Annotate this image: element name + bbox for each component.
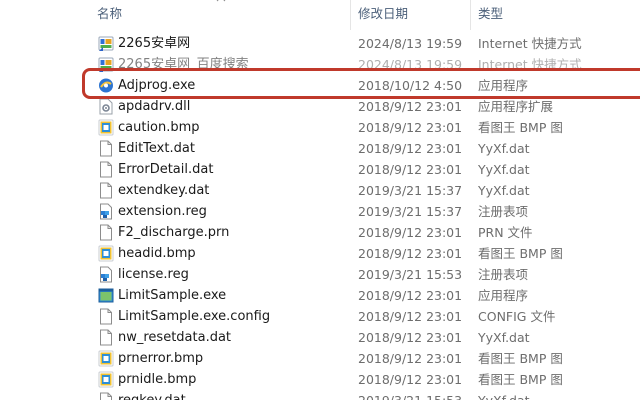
blank-file-icon bbox=[98, 182, 114, 199]
column-header-name[interactable]: 名称 bbox=[97, 0, 347, 30]
file-row[interactable]: prnidle.bmp 2018/9/12 23:01 看图王 BMP 图 bbox=[0, 369, 640, 390]
blank-file-icon bbox=[98, 329, 114, 346]
column-divider[interactable] bbox=[470, 0, 471, 30]
file-name: 2265安卓网 bbox=[118, 36, 191, 51]
file-row[interactable]: headid.bmp 2018/9/12 23:01 看图王 BMP 图 bbox=[0, 243, 640, 264]
file-row[interactable]: F2_discharge.prn 2018/9/12 23:01 PRN 文件 bbox=[0, 222, 640, 243]
file-name: LimitSample.exe.config bbox=[118, 309, 271, 324]
file-modified-date: 2019/3/21 15:37 bbox=[358, 183, 463, 198]
internet-shortcut-icon bbox=[98, 35, 114, 52]
file-row[interactable]: license.reg 2019/3/21 15:53 注册表项 bbox=[0, 264, 640, 285]
file-modified-date: 2018/9/12 23:01 bbox=[358, 246, 463, 261]
sort-ascending-icon bbox=[216, 0, 226, 4]
file-type: 应用程序扩展 bbox=[478, 99, 554, 114]
file-type: PRN 文件 bbox=[478, 225, 533, 240]
file-modified-date: 2019/3/21 15:53 bbox=[358, 267, 463, 282]
file-name: F2_discharge.prn bbox=[118, 225, 230, 240]
file-modified-date: 2018/9/12 23:01 bbox=[358, 120, 463, 135]
file-name: apdadrv.dll bbox=[118, 99, 191, 114]
file-type: 看图王 BMP 图 bbox=[478, 246, 563, 261]
file-type: Internet 快捷方式 bbox=[478, 57, 582, 72]
file-name: extension.reg bbox=[118, 204, 207, 219]
file-modified-date: 2018/9/12 23:01 bbox=[358, 288, 463, 303]
column-divider[interactable] bbox=[350, 0, 351, 30]
bmp-image-icon bbox=[98, 350, 114, 367]
file-modified-date: 2018/9/12 23:01 bbox=[358, 162, 463, 177]
file-row[interactable]: extension.reg 2019/3/21 15:37 注册表项 bbox=[0, 201, 640, 222]
file-type: 注册表项 bbox=[478, 204, 529, 219]
file-name: prnidle.bmp bbox=[118, 372, 197, 387]
file-name: nw_resetdata.dat bbox=[118, 330, 232, 345]
exe-window-icon bbox=[98, 287, 114, 304]
file-row[interactable]: apdadrv.dll 2018/9/12 23:01 应用程序扩展 bbox=[0, 96, 640, 117]
file-name: headid.bmp bbox=[118, 246, 196, 261]
file-type: Internet 快捷方式 bbox=[478, 36, 582, 51]
file-modified-date: 2018/9/12 23:01 bbox=[358, 372, 463, 387]
file-modified-date: 2018/9/12 23:01 bbox=[358, 225, 463, 240]
file-modified-date: 2019/3/21 15:37 bbox=[358, 204, 463, 219]
file-name: 2265安卓网_百度搜索 bbox=[118, 57, 249, 72]
file-type: 应用程序 bbox=[478, 78, 529, 93]
file-name: prnerror.bmp bbox=[118, 351, 204, 366]
registry-icon bbox=[98, 203, 114, 220]
file-name: regkey.dat bbox=[118, 390, 353, 400]
file-row[interactable]: ErrorDetail.dat 2018/9/12 23:01 YyXf.dat bbox=[0, 159, 640, 180]
file-type: 注册表项 bbox=[478, 267, 529, 282]
file-type: 看图王 BMP 图 bbox=[478, 372, 563, 387]
file-type: YyXf.dat bbox=[478, 330, 530, 345]
internet-shortcut-icon bbox=[98, 56, 114, 73]
file-row[interactable]: extendkey.dat 2019/3/21 15:37 YyXf.dat bbox=[0, 180, 640, 201]
file-type: YyXf.dat bbox=[478, 162, 530, 177]
registry-icon bbox=[98, 266, 114, 283]
file-explorer-list: 名称 修改日期 类型 2265安卓网 2024/8/13 19:59 Interne… bbox=[0, 0, 640, 400]
file-name: license.reg bbox=[118, 267, 189, 282]
file-row[interactable]: prnerror.bmp 2018/9/12 23:01 看图王 BMP 图 bbox=[0, 348, 640, 369]
file-row[interactable]: regkey.dat 2019/3/21 15:53 YyXf.dat bbox=[0, 390, 640, 400]
file-type: YyXf.dat bbox=[478, 141, 530, 156]
dll-gear-icon bbox=[98, 98, 114, 115]
column-header-bar: 名称 修改日期 类型 bbox=[0, 0, 640, 30]
file-row[interactable]: nw_resetdata.dat 2018/9/12 23:01 YyXf.dat bbox=[0, 327, 640, 348]
file-row[interactable]: EditText.dat 2018/9/12 23:01 YyXf.dat bbox=[0, 138, 640, 159]
file-row[interactable]: 2265安卓网 2024/8/13 19:59 Internet 快捷方式 bbox=[0, 33, 640, 54]
file-modified-date: 2018/9/12 23:01 bbox=[358, 330, 463, 345]
blank-file-icon bbox=[98, 161, 114, 178]
file-modified-date: 2018/9/12 23:01 bbox=[358, 141, 463, 156]
file-row[interactable]: LimitSample.exe.config 2018/9/12 23:01 CON… bbox=[0, 306, 640, 327]
column-header-type[interactable]: 类型 bbox=[478, 0, 578, 30]
file-row[interactable]: 2265安卓网_百度搜索 2024/8/13 19:59 Internet 快捷方式 bbox=[0, 54, 640, 75]
file-row[interactable]: Adjprog.exe 2018/10/12 4:50 应用程序 bbox=[0, 75, 640, 96]
column-header-date[interactable]: 修改日期 bbox=[358, 0, 468, 30]
file-name: ErrorDetail.dat bbox=[118, 162, 214, 177]
file-modified-date: 2018/10/12 4:50 bbox=[358, 78, 463, 93]
bmp-image-icon bbox=[98, 371, 114, 388]
file-modified-date: 2018/9/12 23:01 bbox=[358, 99, 463, 114]
file-name: caution.bmp bbox=[118, 120, 200, 135]
file-modified-date: 2018/9/12 23:01 bbox=[358, 351, 463, 366]
file-type: YyXf.dat bbox=[478, 183, 530, 198]
file-row[interactable]: LimitSample.exe 2018/9/12 23:01 应用程序 bbox=[0, 285, 640, 306]
file-name: Adjprog.exe bbox=[118, 78, 196, 93]
blank-file-icon bbox=[98, 308, 114, 325]
blank-file-icon bbox=[98, 392, 114, 400]
file-type: YyXf.dat bbox=[478, 390, 640, 400]
file-row[interactable]: caution.bmp 2018/9/12 23:01 看图王 BMP 图 bbox=[0, 117, 640, 138]
file-name: extendkey.dat bbox=[118, 183, 210, 198]
file-modified-date: 2024/8/13 19:59 bbox=[358, 36, 463, 51]
file-modified-date: 2024/8/13 19:59 bbox=[358, 57, 463, 72]
file-name: EditText.dat bbox=[118, 141, 195, 156]
bmp-image-icon bbox=[98, 119, 114, 136]
file-modified-date: 2018/9/12 23:01 bbox=[358, 309, 463, 324]
blank-file-icon bbox=[98, 140, 114, 157]
file-type: 看图王 BMP 图 bbox=[478, 351, 563, 366]
file-type: 看图王 BMP 图 bbox=[478, 120, 563, 135]
bmp-image-icon bbox=[98, 245, 114, 262]
file-list: 2265安卓网 2024/8/13 19:59 Internet 快捷方式 2265安… bbox=[0, 33, 640, 400]
file-type: CONFIG 文件 bbox=[478, 309, 556, 324]
file-type: 应用程序 bbox=[478, 288, 529, 303]
blank-file-icon bbox=[98, 224, 114, 241]
file-name: LimitSample.exe bbox=[118, 288, 227, 303]
exe-app-icon bbox=[98, 77, 114, 94]
file-modified-date: 2019/3/21 15:53 bbox=[358, 390, 470, 400]
